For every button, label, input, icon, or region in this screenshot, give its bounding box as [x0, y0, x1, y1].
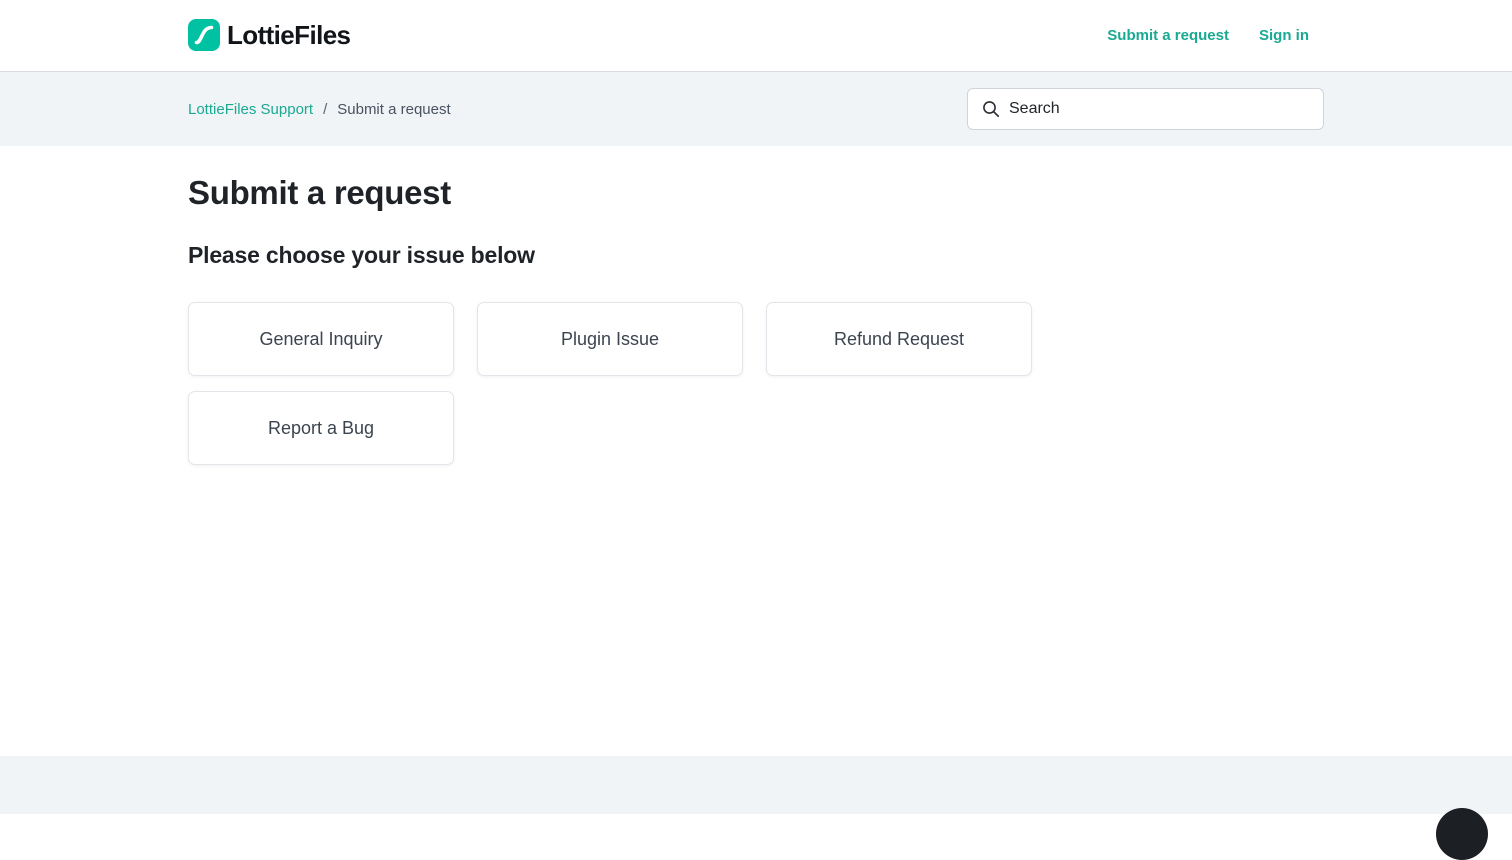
- logo-wordmark: LottieFiles: [227, 20, 351, 50]
- lottiefiles-logo[interactable]: LottieFiles: [188, 19, 351, 51]
- issue-card-general-inquiry[interactable]: General Inquiry: [188, 302, 454, 376]
- footer-band: [0, 756, 1512, 814]
- issue-prompt-heading: Please choose your issue below: [188, 242, 535, 268]
- subheader-band: LottieFiles Support / Submit a request: [0, 72, 1512, 146]
- header-nav: Submit a request Sign in: [1107, 26, 1309, 46]
- breadcrumb-current: Submit a request: [337, 101, 451, 118]
- issue-options-grid: General Inquiry Plugin Issue Refund Requ…: [188, 302, 1034, 465]
- search-input[interactable]: [1009, 94, 1309, 124]
- site-header: LottieFiles Submit a request Sign in: [0, 0, 1512, 72]
- issue-card-plugin-issue[interactable]: Plugin Issue: [477, 302, 743, 376]
- page-title: Submit a request: [188, 174, 451, 211]
- chat-launcher-icon[interactable]: [1436, 808, 1488, 860]
- breadcrumb: LottieFiles Support / Submit a request: [188, 100, 451, 120]
- breadcrumb-home-link[interactable]: LottieFiles Support: [188, 100, 313, 120]
- lottiefiles-logo-icon: [188, 19, 220, 51]
- search-box[interactable]: [967, 88, 1324, 130]
- search-icon: [981, 99, 1001, 119]
- submit-request-link[interactable]: Submit a request: [1107, 26, 1229, 46]
- sign-in-link[interactable]: Sign in: [1259, 26, 1309, 46]
- issue-card-refund-request[interactable]: Refund Request: [766, 302, 1032, 376]
- breadcrumb-separator: /: [323, 101, 328, 118]
- issue-card-report-a-bug[interactable]: Report a Bug: [188, 391, 454, 465]
